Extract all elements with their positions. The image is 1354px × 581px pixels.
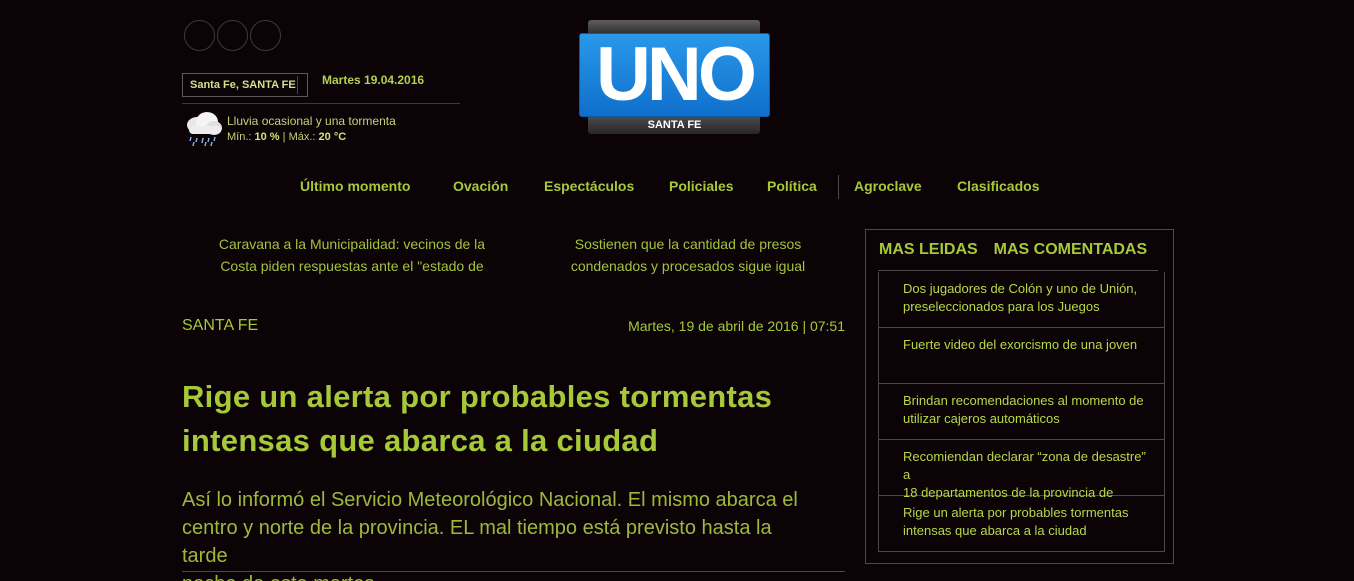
- teaser-line: condenados y procesados sigue igual: [570, 258, 806, 274]
- site-logo[interactable]: UNO SANTA FE: [579, 20, 770, 136]
- logo-subtitle: SANTA FE: [647, 119, 702, 131]
- nav-divider: [838, 175, 839, 199]
- rain-cloud-icon: [187, 112, 222, 147]
- city-select-value: Santa Fe, SANTA FE: [190, 79, 296, 91]
- facebook-icon[interactable]: [184, 20, 215, 51]
- teaser-line: Caravana a la Municipalidad: vecinos de …: [218, 236, 486, 252]
- headline-line: intensas que abarca a la ciudad: [182, 423, 659, 458]
- list-item[interactable]: Recomiendan declarar “zona de desastre” …: [879, 440, 1164, 500]
- teaser-line: Sostienen que la cantidad de presos: [574, 236, 802, 252]
- divider: [182, 103, 460, 104]
- logo-word: UNO: [596, 32, 757, 117]
- temp-separator: |: [282, 131, 286, 143]
- sidebar-popular: MAS LEIDAS MAS COMENTADAS Dos jugadores …: [865, 229, 1174, 564]
- list-item[interactable]: Dos jugadores de Colón y uno de Unión, p…: [879, 272, 1164, 328]
- divider: [182, 571, 845, 572]
- max-label: Máx.:: [288, 131, 316, 143]
- article-headline: Rige un alerta por probables tormentas i…: [182, 375, 842, 463]
- list-item-line: Rige un alerta por probables tormentas: [903, 505, 1129, 520]
- article-timestamp: Martes, 19 de abril de 2016 | 07:51: [628, 318, 845, 334]
- list-item-line: utilizar cajeros automáticos: [903, 411, 1060, 426]
- twitter-icon[interactable]: [217, 20, 248, 51]
- current-date: Martes 19.04.2016: [322, 73, 425, 87]
- tab-most-read[interactable]: MAS LEIDAS: [879, 241, 978, 259]
- lead-line: centro y norte de la provincia. EL mal t…: [182, 517, 772, 567]
- temp-unit: °C: [333, 131, 347, 143]
- sidebar-tabs: MAS LEIDAS MAS COMENTADAS: [879, 241, 1147, 259]
- weather-description: Lluvia ocasional y una tormenta: [227, 114, 396, 128]
- nav-item-espectaculos[interactable]: Espectáculos: [544, 178, 634, 194]
- teaser-link[interactable]: Sostienen que la cantidad de presos cond…: [543, 233, 833, 277]
- list-item-line: Fuerte video del exorcismo de una joven: [903, 337, 1138, 352]
- nav-item-policiales[interactable]: Policiales: [669, 178, 734, 194]
- teaser-link[interactable]: Caravana a la Municipalidad: vecinos de …: [207, 233, 497, 277]
- nav-item-ultimo-momento[interactable]: Último momento: [300, 178, 410, 194]
- list-item-line: preseleccionados para los Juegos: [903, 299, 1100, 314]
- article-section[interactable]: SANTA FE: [182, 317, 258, 335]
- weather-temperatures: Mín.: 10 % | Máx.: 20 °C: [227, 131, 346, 143]
- headline-line: Rige un alerta por probables tormentas: [182, 379, 773, 414]
- tab-most-commented[interactable]: MAS COMENTADAS: [994, 241, 1147, 259]
- list-item[interactable]: Rige un alerta por probables tormentas i…: [879, 496, 1164, 552]
- nav-item-agroclave[interactable]: Agroclave: [854, 178, 922, 194]
- list-item-line: Brindan recomendaciones al momento de: [903, 393, 1144, 408]
- min-label: Mín.:: [227, 131, 252, 143]
- social-links: [184, 20, 281, 51]
- popular-list: Dos jugadores de Colón y uno de Unión, p…: [878, 272, 1165, 552]
- chevron-down-icon: [297, 76, 305, 94]
- divider: [878, 270, 1158, 271]
- nav-item-politica[interactable]: Política: [767, 178, 817, 194]
- list-item[interactable]: Fuerte video del exorcismo de una joven: [879, 328, 1164, 384]
- nav-item-clasificados[interactable]: Clasificados: [957, 178, 1039, 194]
- rss-icon[interactable]: [250, 20, 281, 51]
- min-value: 10 %: [254, 131, 280, 143]
- teaser-line: Costa piden respuestas ante el "estado d…: [220, 258, 484, 274]
- nav-item-ovacion[interactable]: Ovación: [453, 178, 508, 194]
- list-item-line: Dos jugadores de Colón y uno de Unión,: [903, 281, 1138, 296]
- list-item-line: intensas que abarca a la ciudad: [903, 523, 1087, 538]
- city-select[interactable]: Santa Fe, SANTA FE: [182, 73, 308, 97]
- article-lead: Así lo informó el Servicio Meteorológico…: [182, 486, 822, 581]
- list-item-line: Recomiendan declarar “zona de desastre” …: [903, 449, 1146, 482]
- max-value: 20: [318, 131, 331, 143]
- lead-line: Así lo informó el Servicio Meteorológico…: [182, 489, 798, 511]
- list-item[interactable]: Brindan recomendaciones al momento de ut…: [879, 384, 1164, 440]
